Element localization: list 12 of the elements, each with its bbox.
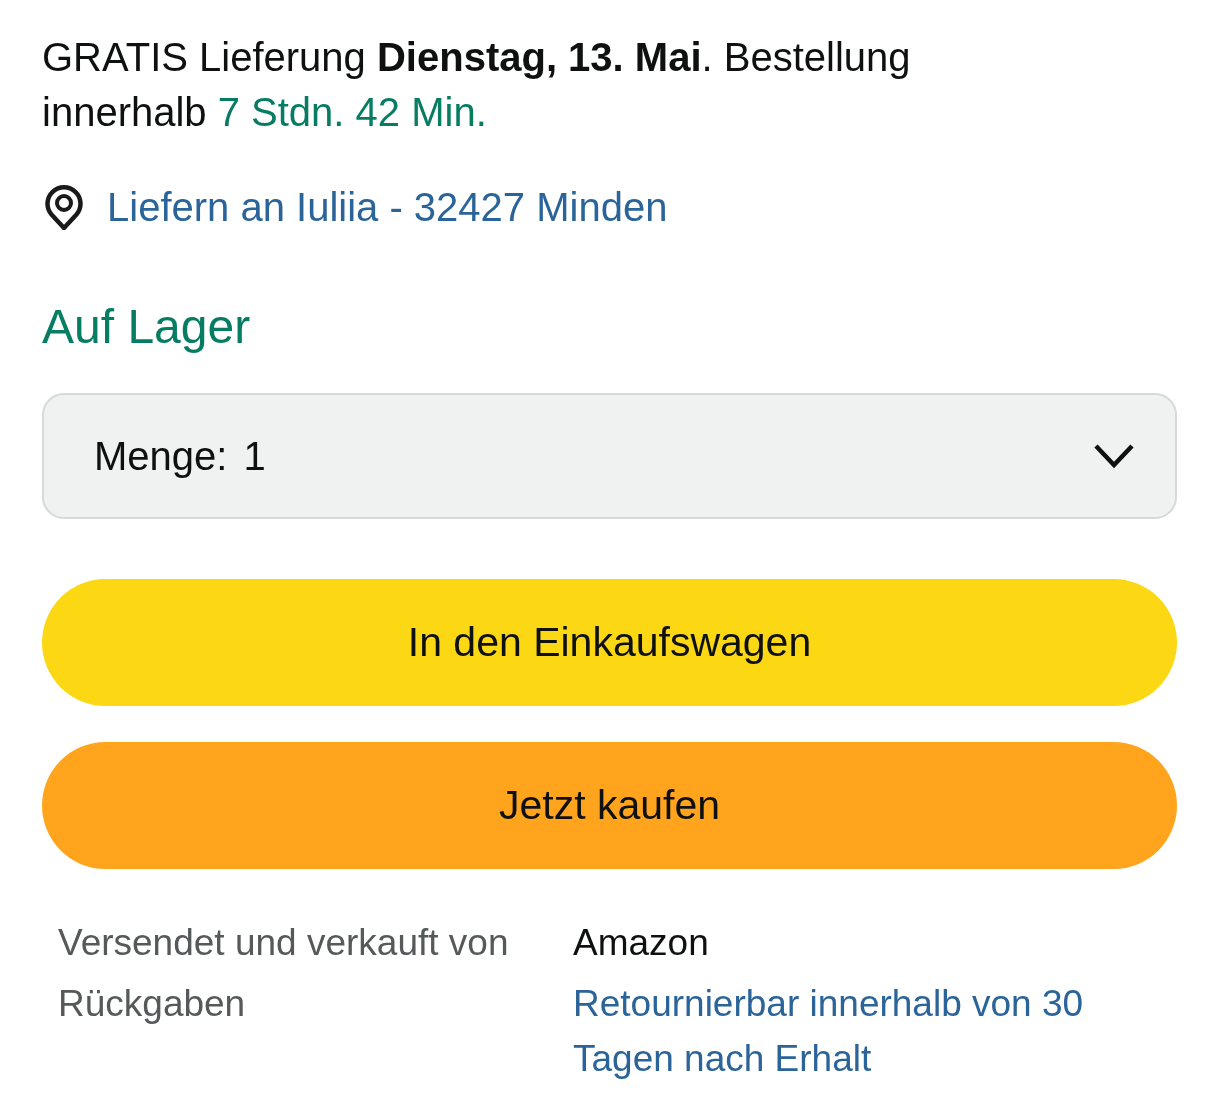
- stock-status: Auf Lager: [42, 299, 251, 355]
- chevron-down-icon: [1093, 442, 1135, 470]
- quantity-dropdown[interactable]: Menge: 1: [42, 393, 1177, 519]
- returns-policy-link[interactable]: Retournierbar innerhalb von 30 Tagen nach Erhalt: [573, 976, 1133, 1086]
- seller-name: Amazon: [573, 921, 709, 965]
- delivery-address-link[interactable]: Liefern an Iuliia - 32427 Minden: [107, 182, 668, 232]
- detail-label: Rückgaben: [58, 982, 246, 1026]
- buy-now-button[interactable]: Jetzt kaufen: [42, 742, 1177, 869]
- location-pin-icon: [42, 184, 86, 230]
- detail-label: Versendet und verkauft von: [58, 921, 509, 965]
- add-to-cart-button[interactable]: In den Einkaufswagen: [42, 579, 1177, 706]
- delivery-message: GRATIS Lieferung Dienstag, 13. Mai. Bestellung innerhalb 7 Stdn. 42 Min.: [42, 34, 912, 136]
